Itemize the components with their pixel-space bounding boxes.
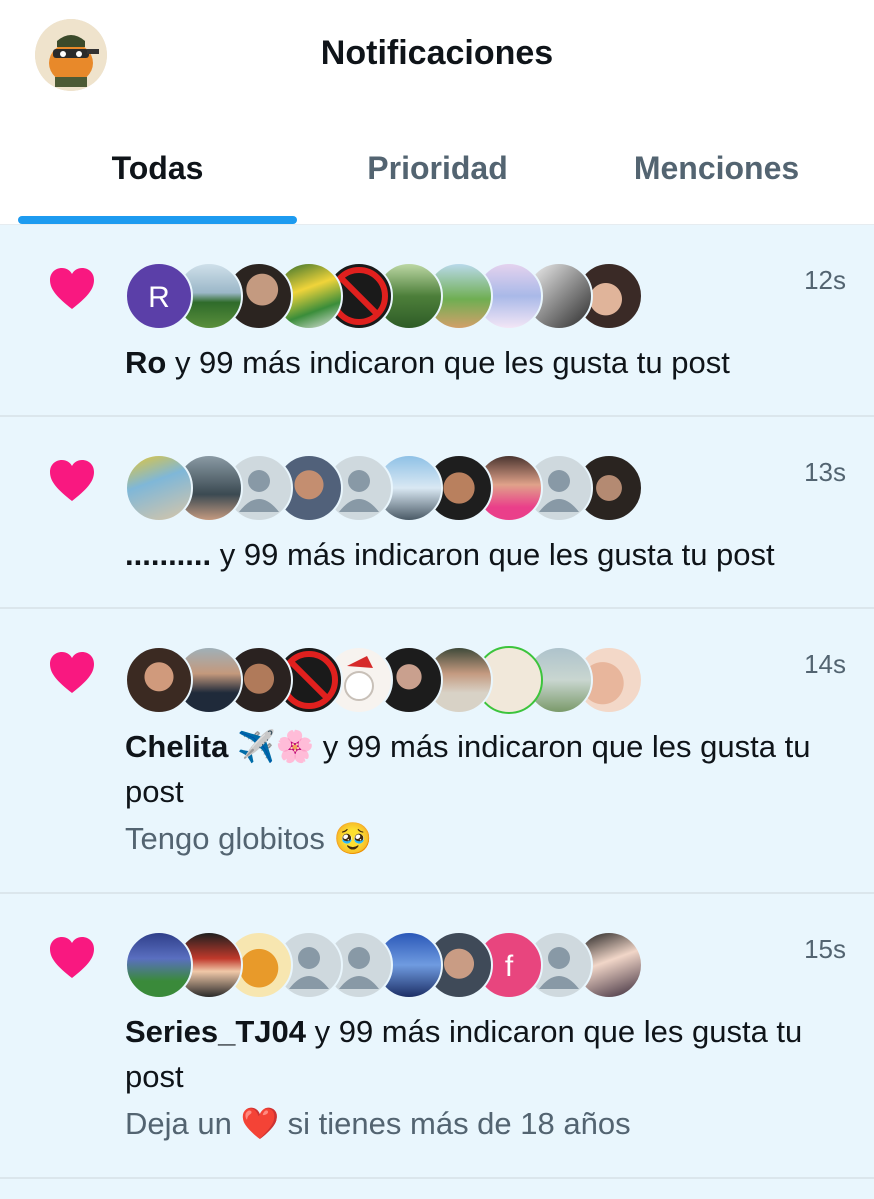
user-name[interactable]: Chelita ✈️🌸: [125, 729, 314, 764]
timestamp: 12s: [804, 265, 846, 295]
action-text: y 99 más indicaron que les gusta tu post: [166, 345, 730, 380]
top-bar: Notificaciones: [0, 0, 874, 112]
heart-icon: [50, 652, 94, 693]
post-preview-text[interactable]: Deja un ❤️ si tienes más de 18 años: [125, 1101, 846, 1146]
tab-bar: Todas Prioridad Menciones: [0, 112, 874, 225]
timestamp: 13s: [804, 457, 846, 487]
action-text: y 99 más indicaron que les gusta tu post: [211, 537, 775, 572]
tab-mentions[interactable]: Menciones: [571, 150, 862, 187]
timestamp: 14s: [804, 649, 846, 679]
notifications-feed[interactable]: R 12s Ro y 99 más indicaron que les gust…: [0, 225, 874, 1199]
user-name[interactable]: Series_TJ04: [125, 1014, 306, 1049]
tab-all[interactable]: Todas: [12, 150, 303, 187]
notification-item[interactable]: f 15s Series_TJ04 y 99 más indicaron que…: [0, 894, 874, 1179]
user-name[interactable]: Ro: [125, 345, 166, 380]
avatar-letter: R: [148, 281, 170, 314]
user-name[interactable]: ..........: [125, 537, 211, 572]
notification-item[interactable]: R 12s Ro y 99 más indicaron que les gust…: [0, 225, 874, 417]
avatar-letter: f: [505, 950, 514, 983]
timestamp: 15s: [804, 934, 846, 964]
heart-icon: [50, 937, 94, 978]
notification-item[interactable]: 13s .......... y 99 más indicaron que le…: [0, 417, 874, 609]
post-preview-text[interactable]: Tengo globitos 🥹: [125, 816, 846, 861]
tab-priority[interactable]: Prioridad: [292, 150, 583, 187]
notification-text: Ro y 99 más indicaron que les gusta tu p…: [125, 340, 846, 385]
active-tab-indicator: [18, 216, 297, 224]
liker-avatars[interactable]: R: [125, 262, 645, 330]
liker-avatars[interactable]: [125, 454, 645, 522]
avatar[interactable]: [125, 454, 193, 522]
notification-text: Chelita ✈️🌸 y 99 más indicaron que les g…: [125, 724, 846, 814]
liker-avatars[interactable]: f: [125, 931, 645, 999]
notification-item[interactable]: 14s Chelita ✈️🌸 y 99 más indicaron que l…: [0, 609, 874, 894]
heart-icon: [50, 460, 94, 501]
avatar[interactable]: [125, 646, 193, 714]
avatar[interactable]: R: [125, 262, 193, 330]
notification-text: Series_TJ04 y 99 más indicaron que les g…: [125, 1009, 846, 1099]
avatar[interactable]: [125, 931, 193, 999]
heart-icon: [50, 268, 94, 309]
page-title: Notificaciones: [320, 34, 554, 72]
liker-avatars[interactable]: [125, 646, 645, 714]
notification-text: .......... y 99 más indicaron que les gu…: [125, 532, 846, 577]
